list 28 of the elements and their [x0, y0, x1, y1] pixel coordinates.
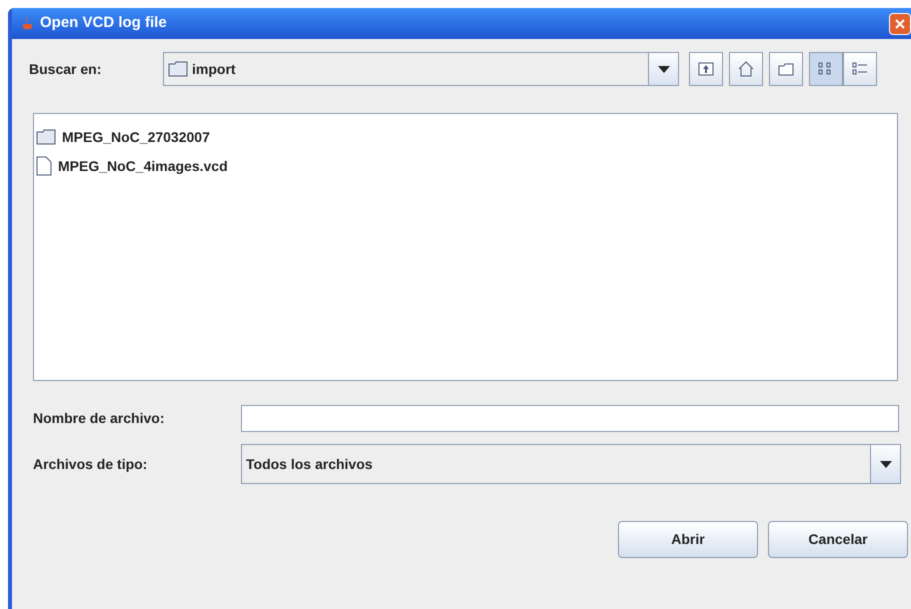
- dialog-button[interactable]: Abrir: [618, 521, 758, 558]
- file-list-item[interactable]: MPEG_NoC_27032007: [36, 127, 897, 147]
- caret-icon: [658, 66, 670, 72]
- folder-icon: [36, 129, 56, 145]
- folder-icon: [168, 61, 188, 77]
- home-icon: [738, 61, 754, 77]
- dialog-button[interactable]: Cancelar: [768, 521, 908, 558]
- file-name-field[interactable]: [241, 405, 899, 432]
- file-name-label: Nombre de archivo:: [33, 409, 166, 428]
- close-button[interactable]: [889, 12, 911, 34]
- look-in-value: import: [192, 60, 236, 79]
- file-icon: [36, 156, 52, 176]
- file-type-label: Archivos de tipo:: [33, 454, 148, 474]
- view-toggle-button[interactable]: [809, 52, 843, 86]
- toolbar-button[interactable]: [689, 52, 723, 86]
- folder-icon: [778, 62, 794, 76]
- close-icon: [894, 18, 906, 30]
- toolbar-button[interactable]: [769, 52, 803, 86]
- look-in-label: Buscar en:: [29, 60, 102, 78]
- look-in-dropdown[interactable]: import: [163, 52, 679, 86]
- file-list-item[interactable]: MPEG_NoC_4images.vcd: [36, 156, 897, 176]
- view-toggle-button[interactable]: [843, 52, 877, 86]
- caret-icon: [880, 460, 892, 468]
- window-title: Open VCD log file: [40, 13, 167, 34]
- details-view-icon: [852, 62, 868, 76]
- toolbar-button[interactable]: [729, 52, 763, 86]
- file-type-dropdown[interactable]: Todos los archivos: [241, 444, 901, 484]
- folder-up-icon: [698, 62, 714, 76]
